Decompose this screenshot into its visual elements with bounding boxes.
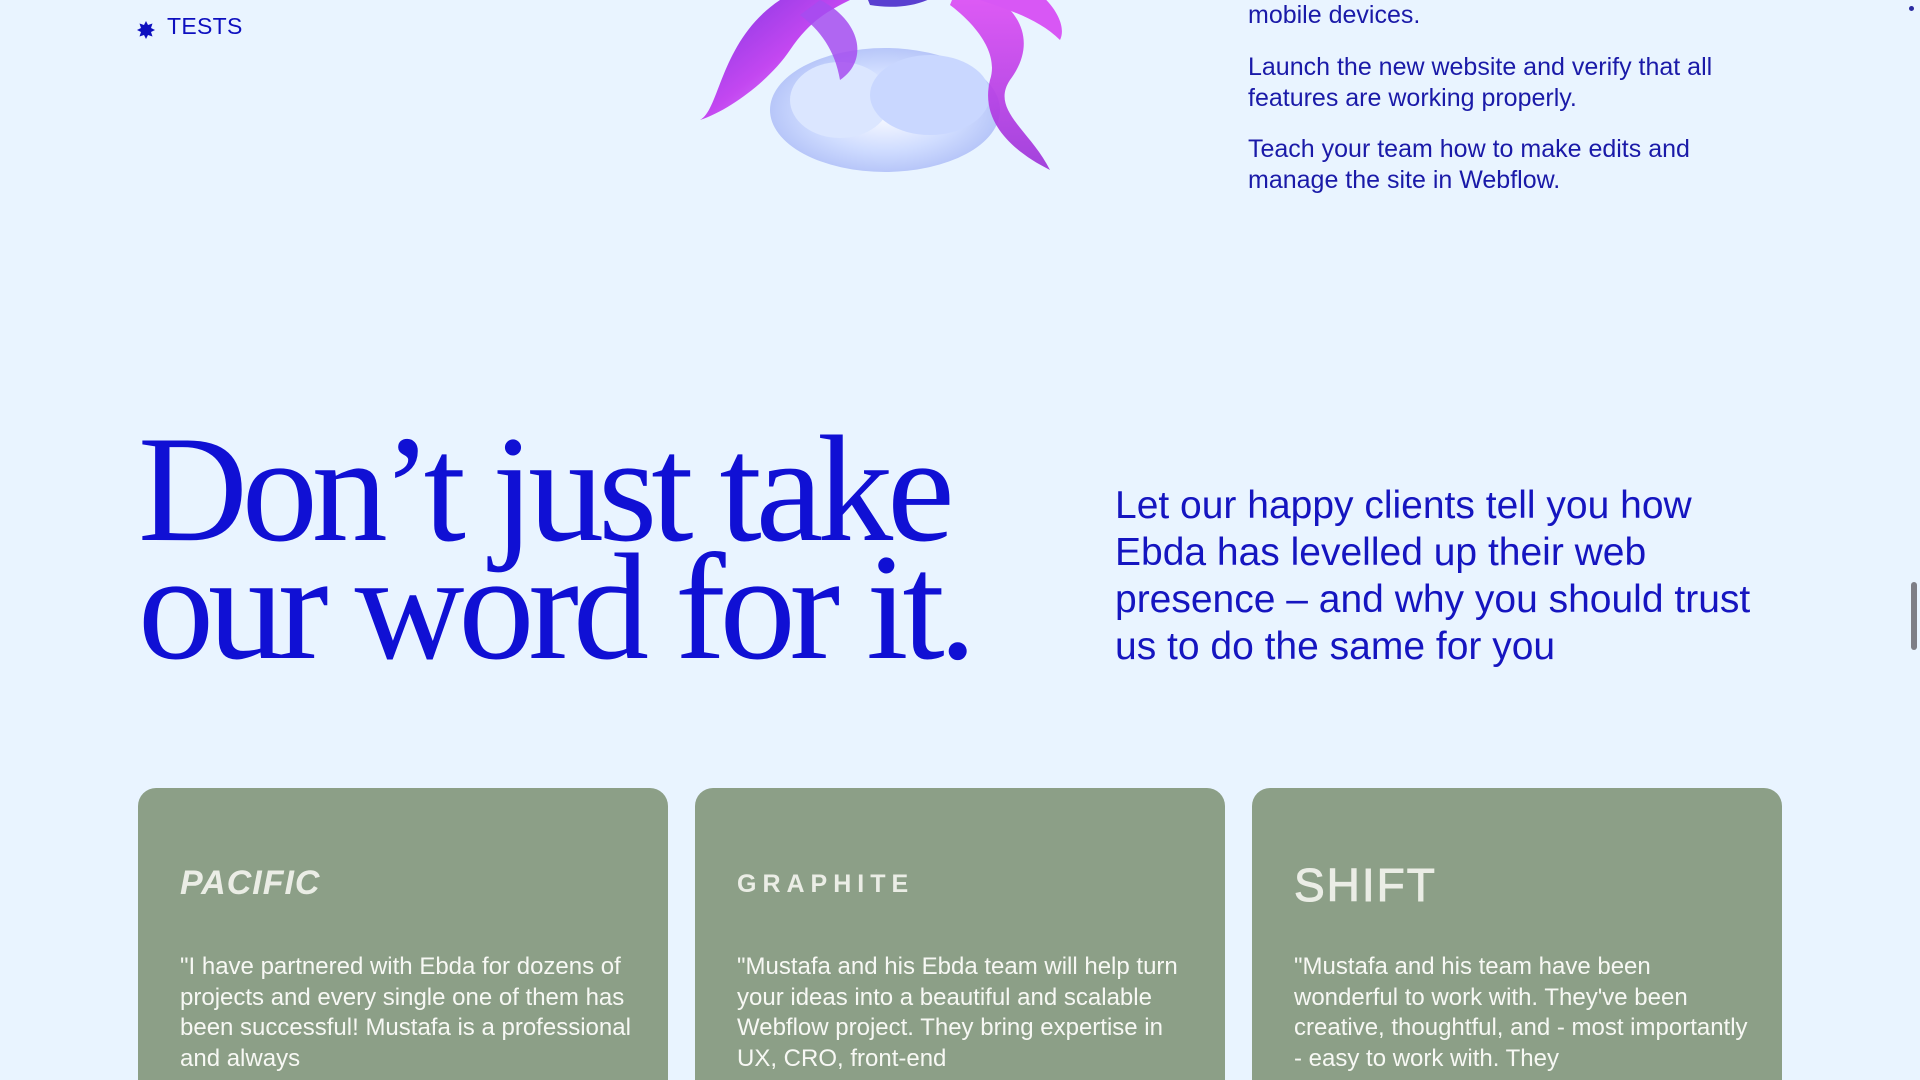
testimonial-quote: "Mustafa and his team have been wonderfu…	[1294, 953, 1748, 1072]
process-step: mobile devices.	[1248, 1, 1421, 29]
badge-star-icon	[137, 18, 155, 39]
process-step: Launch the new website and verify that a…	[1248, 53, 1713, 112]
testimonial-card: GRAPHITE "Mustafa and his Ebda team will…	[695, 788, 1225, 1080]
testimonials-heading-line2: our word for it.	[138, 523, 977, 691]
testimonial-card: SHIFT "Mustafa and his team have been wo…	[1252, 788, 1782, 1080]
testimonial-cards: PACIFIC "I have partnered with Ebda for …	[138, 788, 1782, 1080]
client-logo-pacific: PACIFIC	[180, 864, 321, 902]
testimonial-card: PACIFIC "I have partnered with Ebda for …	[138, 788, 668, 1080]
scrollbar-thumb[interactable]	[1911, 582, 1917, 650]
page: TESTS mobile devices. Launch the new web…	[0, 0, 1920, 1080]
process-step: Teach your team how to make edits and ma…	[1248, 135, 1690, 194]
process-tag-label: TESTS	[167, 13, 243, 39]
testimonial-quote: "I have partnered with Ebda for dozens o…	[180, 953, 631, 1072]
testimonials-heading: Don’t just take our word for it.	[138, 413, 977, 691]
testimonials-intro: Let our happy clients tell you how Ebda …	[1115, 484, 1751, 668]
client-logo-graphite: GRAPHITE	[737, 870, 915, 898]
abstract-3d-art	[660, 0, 1120, 200]
page-scrollbar[interactable]	[1906, 0, 1920, 1080]
client-logo-shift: SHIFT	[1294, 859, 1437, 912]
process-tag: TESTS	[137, 13, 243, 40]
testimonial-quote: "Mustafa and his Ebda team will help tur…	[737, 953, 1178, 1072]
